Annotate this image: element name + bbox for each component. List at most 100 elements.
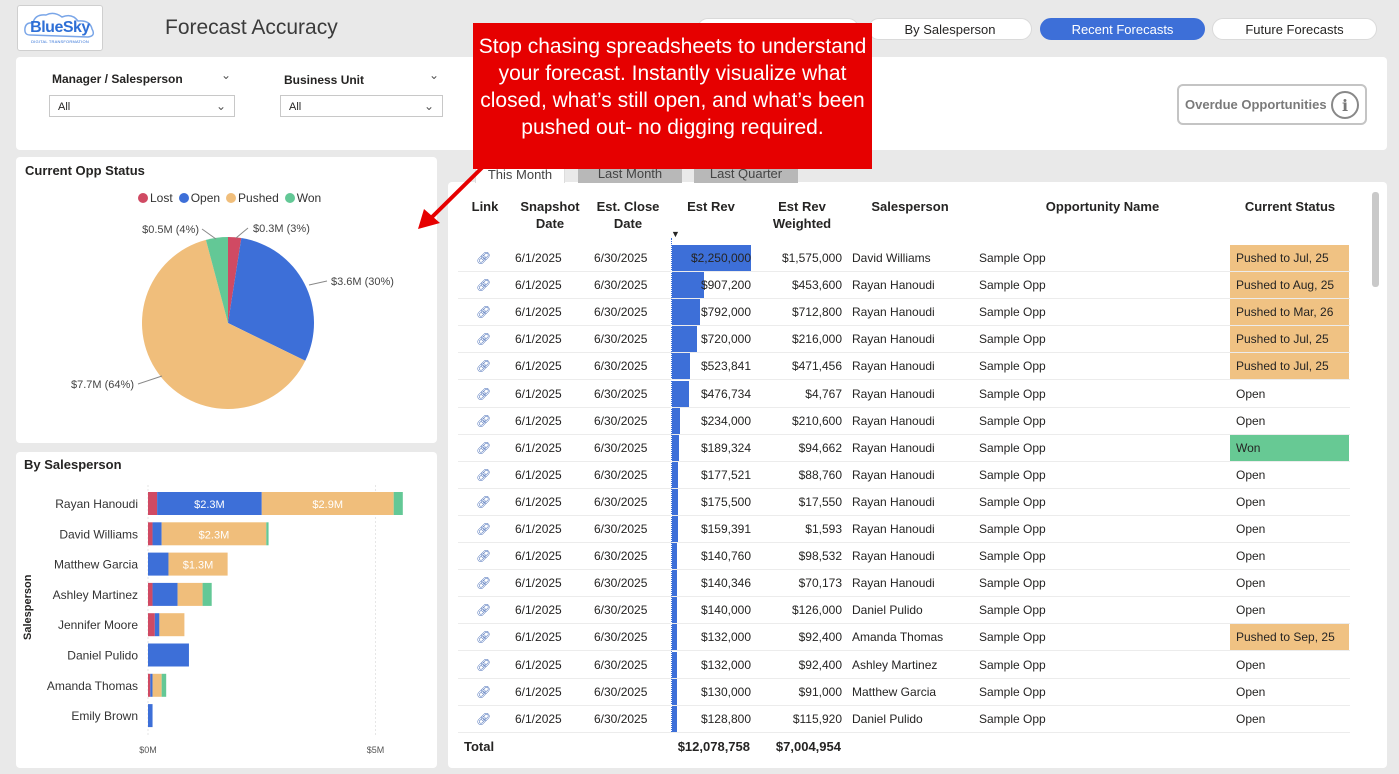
table-row[interactable]: 🔗︎ 6/1/2025 6/30/2025 $523,841 $471,456 Rayan… — [458, 353, 1350, 381]
table-row[interactable]: 🔗︎ 6/1/2025 6/30/2025 $189,324 $94,662 Rayan … — [458, 434, 1350, 462]
table-row[interactable]: 🔗︎ 6/1/2025 6/30/2025 $234,000 $210,600 Rayan… — [458, 407, 1350, 435]
manager-filter-dropdown[interactable]: All ⌄ — [49, 95, 235, 117]
bar-segment-lost[interactable] — [148, 673, 151, 697]
snapshot-date-cell: 6/1/2025 — [515, 332, 562, 347]
table-row[interactable]: 🔗︎ 6/1/2025 6/30/2025 $140,760 $98,532 Rayan … — [458, 543, 1350, 571]
bar-segment-lost[interactable] — [148, 582, 153, 606]
status-cell: Pushed to Mar, 26 — [1230, 299, 1349, 326]
bar-segment-open[interactable] — [150, 673, 153, 697]
link-icon[interactable]: 🔗︎ — [476, 381, 491, 407]
status-cell: Open — [1236, 413, 1266, 428]
snapshot-date-cell: 6/1/2025 — [515, 522, 562, 536]
table-row[interactable]: 🔗︎ 6/1/2025 6/30/2025 $132,000 $92,400 Amanda… — [458, 624, 1350, 652]
legend-item-won[interactable]: Won — [284, 191, 321, 205]
close-date-cell: 6/30/2025 — [594, 657, 648, 672]
opportunity-name-cell: Sample Opp — [979, 305, 1046, 320]
link-icon[interactable]: 🔗︎ — [476, 516, 491, 542]
opportunity-name-cell: Sample Opp — [979, 251, 1046, 265]
table-row[interactable]: 🔗︎ 6/1/2025 6/30/2025 $128,800 $115,920 Danie… — [458, 705, 1350, 733]
overdue-opportunities-button[interactable]: Overdue Opportunities i — [1177, 84, 1367, 125]
opportunity-name-cell: Sample Opp — [979, 630, 1046, 645]
legend-item-open[interactable]: Open — [178, 191, 220, 205]
table-row[interactable]: 🔗︎ 6/1/2025 6/30/2025 $907,200 $453,600 Rayan… — [458, 272, 1350, 300]
bar-segment-won[interactable] — [393, 492, 403, 515]
table-row[interactable]: 🔗︎ 6/1/2025 6/30/2025 $2,250,000 $1,575,000 D… — [458, 245, 1350, 272]
link-icon[interactable]: 🔗︎ — [476, 245, 491, 271]
snapshot-date-cell: 6/1/2025 — [515, 494, 562, 509]
link-icon[interactable]: 🔗︎ — [476, 489, 491, 515]
opportunity-name-cell: Sample Opp — [979, 359, 1046, 374]
link-icon[interactable]: 🔗︎ — [476, 353, 491, 379]
salesperson-cell: Rayan Hanoudi — [852, 494, 935, 509]
bar-segment-lost[interactable] — [148, 522, 153, 546]
business-unit-filter-dropdown[interactable]: All ⌄ — [280, 95, 443, 117]
total-est-rev-weighted: $7,004,954 — [775, 739, 841, 754]
bar-segment-open[interactable] — [152, 522, 162, 546]
col-header-snapshot-date[interactable]: Snapshot Date — [515, 198, 585, 232]
bar-segment-pushed[interactable] — [152, 673, 162, 697]
table-row[interactable]: 🔗︎ 6/1/2025 6/30/2025 $140,346 $70,173 Rayan … — [458, 570, 1350, 598]
nav-future-forecasts[interactable]: Future Forecasts — [1212, 18, 1377, 40]
link-icon[interactable]: 🔗︎ — [476, 326, 491, 352]
col-header-est-rev[interactable]: Est Rev — [680, 198, 742, 215]
est-rev-cell: $132,000 — [700, 657, 751, 672]
table-row[interactable]: 🔗︎ 6/1/2025 6/30/2025 $132,000 $92,400 Ashley… — [458, 651, 1350, 679]
table-row[interactable]: 🔗︎ 6/1/2025 6/30/2025 $159,391 $1,593 Rayan H… — [458, 516, 1350, 543]
table-row[interactable]: 🔗︎ 6/1/2025 6/30/2025 $177,521 $88,760 Rayan … — [458, 461, 1350, 489]
bar-segment-open[interactable] — [154, 613, 160, 637]
close-date-cell: 6/30/2025 — [594, 251, 648, 265]
link-icon[interactable]: 🔗︎ — [476, 543, 491, 569]
col-header-salesperson[interactable]: Salesperson — [860, 198, 960, 215]
bar-segment-pushed[interactable] — [159, 613, 185, 637]
table-row[interactable]: 🔗︎ 6/1/2025 6/30/2025 $130,000 $91,000 Matthe… — [458, 678, 1350, 706]
opp-status-pie-chart[interactable]: $0.3M (3%) $3.6M (30%) $7.7M (64%) $0.5M (4… — [16, 205, 437, 435]
bar-segment-open[interactable] — [148, 552, 169, 576]
col-header-opportunity-name[interactable]: Opportunity Name — [1030, 198, 1175, 215]
col-header-est-rev-weighted[interactable]: Est Rev Weighted — [766, 198, 838, 232]
bar-segment-won[interactable] — [266, 522, 269, 546]
nav-recent-forecasts[interactable]: Recent Forecasts — [1040, 18, 1205, 40]
bar-segment-lost[interactable] — [148, 492, 158, 515]
bar-segment-pushed[interactable] — [177, 582, 203, 606]
table-row[interactable]: 🔗︎ 6/1/2025 6/30/2025 $140,000 $126,000 Danie… — [458, 597, 1350, 625]
link-icon[interactable]: 🔗︎ — [476, 652, 491, 678]
link-icon[interactable]: 🔗︎ — [476, 597, 491, 623]
bar-segment-open[interactable] — [148, 643, 189, 667]
bar-segment-open[interactable] — [152, 582, 178, 606]
link-icon[interactable]: 🔗︎ — [476, 706, 491, 732]
bar-segment-won[interactable] — [202, 582, 212, 606]
sort-desc-icon[interactable]: ▼ — [671, 229, 680, 239]
link-icon[interactable]: 🔗︎ — [476, 272, 491, 298]
status-cell: Pushed to Aug, 25 — [1230, 272, 1349, 299]
link-icon[interactable]: 🔗︎ — [476, 408, 491, 434]
table-row[interactable]: 🔗︎ 6/1/2025 6/30/2025 $720,000 $216,000 Rayan… — [458, 326, 1350, 354]
opp-status-legend: Lost Open Pushed Won — [138, 191, 321, 205]
chevron-down-icon[interactable]: ⌄ — [429, 68, 439, 82]
table-row[interactable]: 🔗︎ 6/1/2025 6/30/2025 $476,734 $4,767 Rayan H… — [458, 380, 1350, 408]
legend-item-lost[interactable]: Lost — [138, 191, 173, 205]
close-date-cell: 6/30/2025 — [594, 467, 648, 482]
link-icon[interactable]: 🔗︎ — [476, 679, 491, 705]
link-icon[interactable]: 🔗︎ — [476, 570, 491, 596]
legend-item-pushed[interactable]: Pushed — [226, 191, 279, 205]
bar-data-label: $2.3M — [199, 529, 230, 541]
link-icon[interactable]: 🔗︎ — [476, 624, 491, 650]
chevron-down-icon[interactable]: ⌄ — [221, 68, 231, 82]
table-scrollbar[interactable] — [1372, 192, 1379, 287]
nav-by-salesperson[interactable]: By Salesperson — [868, 18, 1032, 40]
est-rev-cell: $907,200 — [700, 278, 751, 293]
est-rev-weighted-cell: $92,400 — [798, 657, 842, 672]
bar-segment-lost[interactable] — [148, 613, 155, 637]
table-row[interactable]: 🔗︎ 6/1/2025 6/30/2025 $175,500 $17,550 Rayan … — [458, 488, 1350, 516]
by-salesperson-bar-chart[interactable]: $0M $5M Rayan Hanoudi $2.3M $2.9M David Willi… — [16, 480, 437, 765]
bar-segment-open[interactable] — [148, 704, 153, 728]
est-rev-cell: $130,000 — [700, 684, 751, 699]
link-icon[interactable]: 🔗︎ — [476, 462, 491, 488]
col-header-close-date[interactable]: Est. Close Date — [592, 198, 664, 232]
col-header-current-status[interactable]: Current Status — [1235, 198, 1345, 215]
table-row[interactable]: 🔗︎ 6/1/2025 6/30/2025 $792,000 $712,800 Rayan… — [458, 299, 1350, 327]
snapshot-date-cell: 6/1/2025 — [515, 251, 562, 265]
link-icon[interactable]: 🔗︎ — [476, 435, 491, 461]
bar-segment-won[interactable] — [161, 673, 167, 697]
link-icon[interactable]: 🔗︎ — [476, 299, 491, 325]
